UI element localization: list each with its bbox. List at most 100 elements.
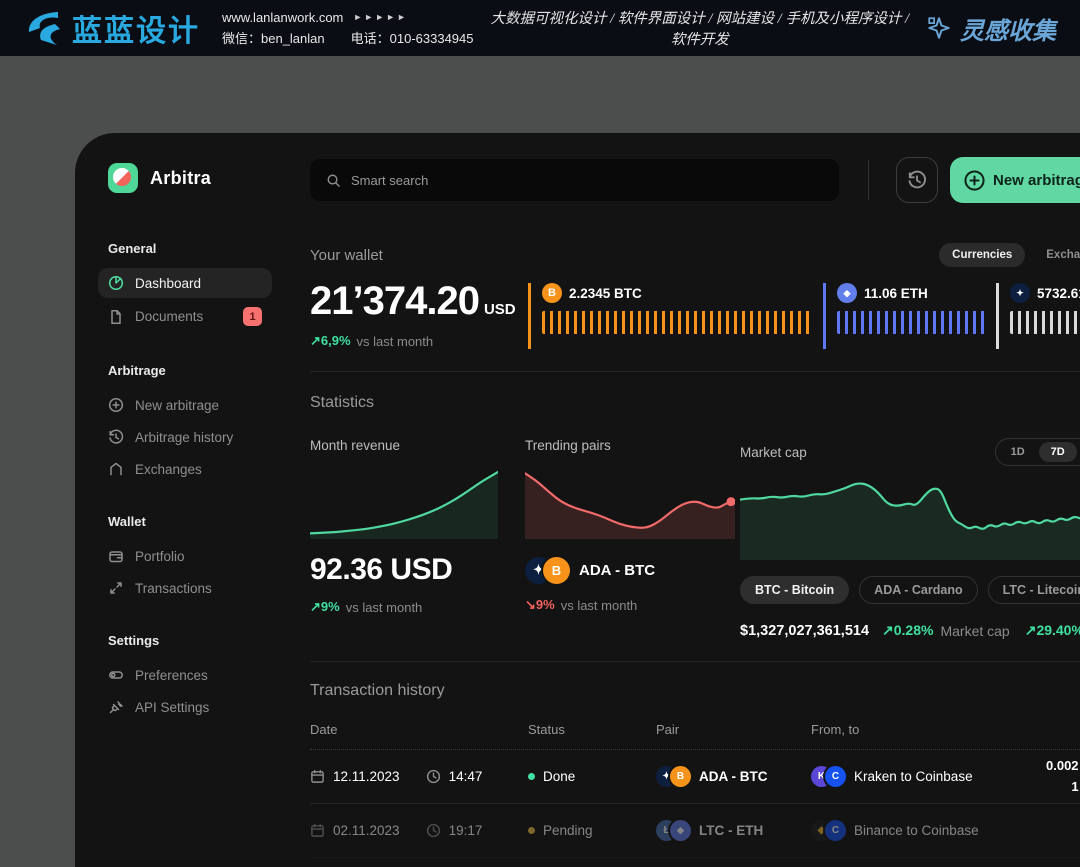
wallet-header: Your wallet Currencies Exchanges [310, 243, 1080, 267]
btc-bars [542, 311, 813, 334]
market-cap-label: Market cap [740, 445, 807, 460]
bank-icon [108, 461, 124, 477]
agency-website: www.lanlanwork.com [222, 10, 343, 25]
btc-icon [542, 283, 562, 303]
table-header: Date Status Pair From, to [310, 722, 1080, 750]
btc-icon [670, 766, 691, 787]
ada-amount: 5732.61 ADA [1037, 286, 1080, 301]
pair-label: ADA - BTC [699, 769, 768, 784]
delta-suffix: vs last month [561, 598, 638, 613]
agency-banner: 蓝蓝设计 www.lanlanwork.com ►►►►► 微信：ben_lan… [0, 0, 1080, 56]
delta-arrow: ↗ [310, 599, 321, 614]
agency-logo-text: 蓝蓝设计 [72, 6, 200, 50]
range-1d[interactable]: 1D [999, 442, 1037, 462]
inspiration-collect[interactable]: 灵感收集 [926, 11, 1056, 46]
eth-bars [837, 311, 986, 334]
cap-label: Market cap [940, 623, 1009, 639]
agency-info: www.lanlanwork.com ►►►►► 微信：ben_lanlan 电… [222, 10, 473, 47]
search-input[interactable] [351, 173, 823, 188]
wallet-balance: 21’374.20USD ↗6,9% vs last month [310, 281, 528, 349]
status-dot-done [528, 773, 535, 780]
table-row[interactable]: 29.10.2023 04:23 Done ADA - BTC Kraken t… [310, 858, 1080, 867]
calendar-icon [310, 823, 325, 838]
agency-wechat: 微信：ben_lanlan [222, 28, 325, 47]
month-revenue-widget: Month revenue 92.36 USD ↗9% vs last mont… [310, 438, 525, 639]
tag-ada[interactable]: ADA - Cardano [859, 576, 977, 604]
holding-btc: 2.2345 BTC [528, 283, 823, 349]
sidebar-item-portfolio[interactable]: Portfolio [98, 541, 272, 571]
sidebar-item-exchanges[interactable]: Exchanges [98, 454, 272, 484]
sidebar-item-new-arbitrage[interactable]: New arbitrage [98, 390, 272, 420]
sparkle-star-icon [926, 15, 952, 41]
history-button[interactable] [896, 157, 938, 203]
agency-logo-icon [24, 10, 62, 46]
ada-icon [1010, 283, 1030, 303]
sidebar-item-preferences[interactable]: Preferences [98, 660, 272, 690]
delta-arrow: ↘ [525, 597, 536, 612]
coinbase-icon [825, 766, 846, 787]
market-cap-widget: Market cap 1D 7D 1M BTC - Bitcoin ADA - … [740, 438, 1080, 639]
ada-bars [1010, 311, 1080, 334]
sidebar-item-api-settings[interactable]: API Settings [98, 692, 272, 722]
tx-amount: 0.0021 [1046, 756, 1080, 796]
sidebar-item-arbitrage-history[interactable]: Arbitrage history [98, 422, 272, 452]
sidebar-item-label: New arbitrage [135, 398, 219, 413]
sidebar-item-documents[interactable]: Documents 1 [98, 300, 272, 333]
statistics-title: Statistics [310, 394, 1080, 412]
table-row[interactable]: 12.11.2023 14:47 Done ADA - BTC Kraken t… [310, 750, 1080, 804]
wallet-icon [108, 548, 124, 564]
tag-ltc[interactable]: LTC - Litecoin [988, 576, 1080, 604]
swap-arrows-icon [108, 580, 124, 596]
wallet-toggle: Currencies Exchanges [939, 243, 1080, 267]
new-arbitrage-button[interactable]: New arbitrage [950, 157, 1080, 203]
tx-date: 02.11.2023 [333, 823, 400, 838]
agency-logo: 蓝蓝设计 [24, 6, 200, 50]
header-date: Date [310, 722, 528, 737]
month-revenue-delta: 9% [321, 599, 340, 614]
table-row[interactable]: 02.11.2023 19:17 Pending LTC - ETH Binan… [310, 804, 1080, 858]
plus-circle-icon [963, 169, 986, 192]
toggle-exchanges[interactable]: Exchanges [1033, 243, 1080, 267]
status-label: Pending [543, 823, 593, 838]
holding-ada: 5732.61 ADA [996, 283, 1080, 349]
cap-delta: 0.28% [894, 622, 934, 638]
header-from-to: From, to [811, 722, 1046, 737]
toggle-currencies[interactable]: Currencies [939, 243, 1025, 267]
tag-btc[interactable]: BTC - Bitcoin [740, 576, 849, 604]
sidebar-item-dashboard[interactable]: Dashboard [98, 268, 272, 298]
search-icon [326, 173, 341, 188]
section-header-arbitrage: Arbitrage [108, 363, 290, 378]
range-selector: 1D 7D 1M [995, 438, 1080, 466]
range-7d[interactable]: 7D [1039, 442, 1077, 462]
agency-services: 大数据可视化设计 / 软件界面设计 / 网站建设 / 手机及小程序设计 / 软件… [473, 7, 926, 49]
new-arbitrage-label: New arbitrage [993, 172, 1080, 189]
route-label: Binance to Coinbase [854, 823, 979, 838]
holding-eth: 11.06 ETH [823, 283, 996, 349]
documents-badge: 1 [243, 307, 262, 326]
volume-delta: 29.40% [1036, 622, 1080, 638]
tx-time: 14:47 [449, 769, 483, 784]
app-name: Arbitra [150, 168, 211, 189]
market-cap-value: $1,327,027,361,514 [740, 623, 869, 639]
trending-pairs-label: Trending pairs [525, 438, 740, 453]
sidebar-item-label: Portfolio [135, 549, 185, 564]
statistics-grid: Month revenue 92.36 USD ↗9% vs last mont… [310, 438, 1080, 639]
agency-phone: 电话：010-63334945 [351, 28, 474, 47]
plus-circle-icon [108, 397, 124, 413]
header-status: Status [528, 722, 656, 737]
delta-arrow: ↗ [1025, 622, 1037, 638]
document-icon [108, 309, 124, 325]
section-divider [310, 371, 1080, 372]
status-dot-pending [528, 827, 535, 834]
dashboard-card: Arbitra General Dashboard Documents 1 Ar… [75, 133, 1080, 867]
section-header-wallet: Wallet [108, 514, 290, 529]
sidebar-item-transactions[interactable]: Transactions [98, 573, 272, 603]
sidebar-item-label: Dashboard [135, 276, 201, 291]
calendar-icon [310, 769, 325, 784]
pie-chart-icon [108, 275, 124, 291]
month-revenue-label: Month revenue [310, 438, 525, 453]
search-bar[interactable] [310, 159, 839, 201]
plug-icon [108, 699, 124, 715]
clock-icon [426, 769, 441, 784]
arbitra-logo-icon [108, 163, 138, 193]
